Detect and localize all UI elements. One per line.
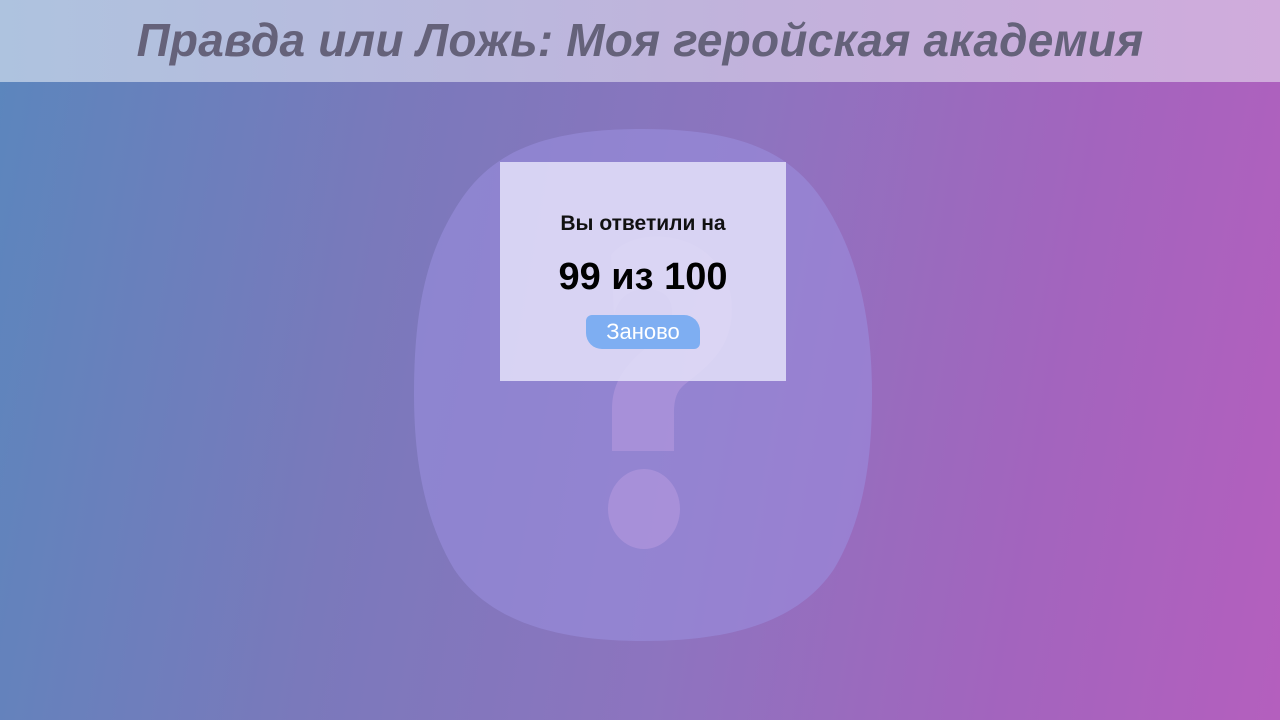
question-mark-dot: [608, 469, 680, 549]
answered-label: Вы ответили на: [560, 212, 726, 235]
restart-button[interactable]: Заново: [586, 315, 700, 349]
score-value: 99 из 100: [558, 256, 728, 298]
result-card: Вы ответили на 99 из 100 Заново: [500, 162, 786, 381]
page-title: Правда или Ложь: Моя геройская академия: [136, 14, 1144, 66]
header-bar: Правда или Ложь: Моя геройская академия: [0, 0, 1280, 82]
